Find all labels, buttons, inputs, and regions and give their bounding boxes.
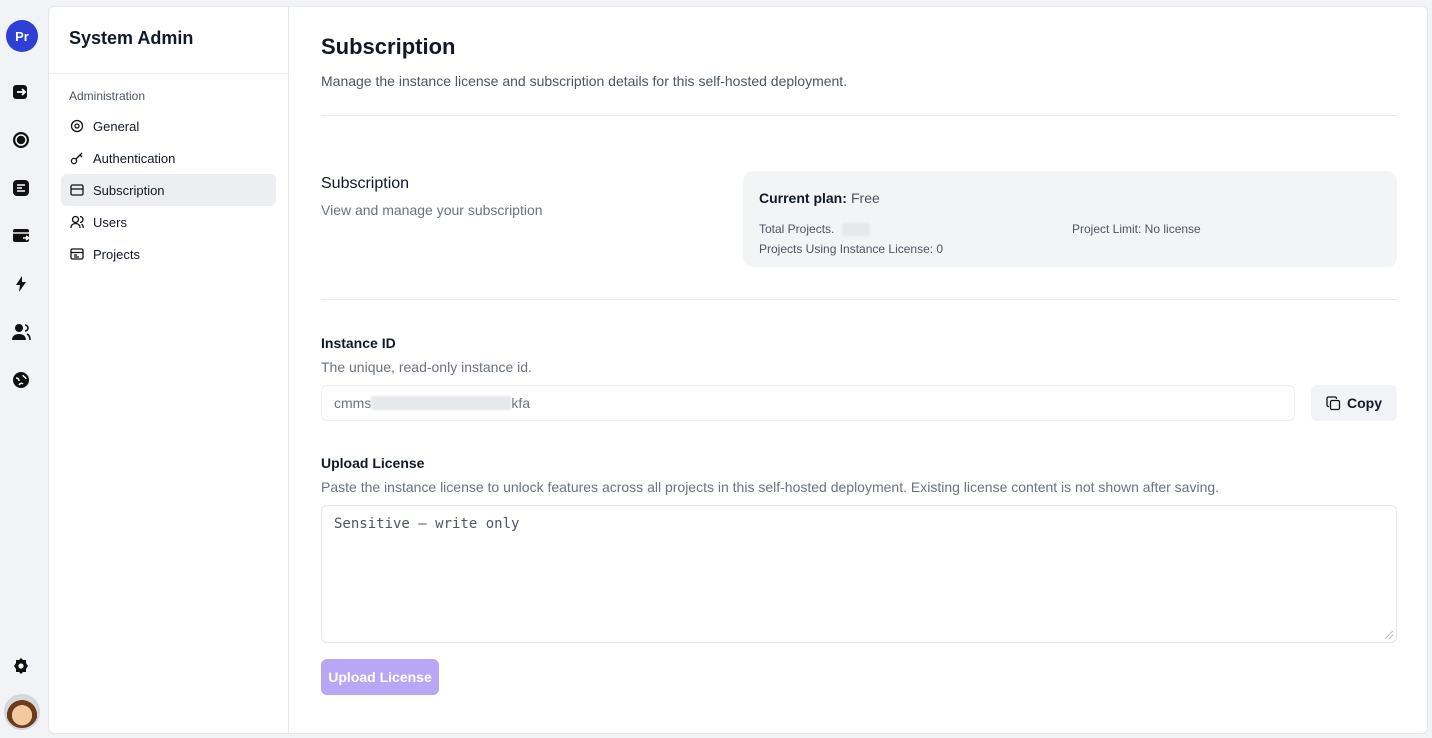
copy-button-label: Copy bbox=[1347, 395, 1382, 411]
copy-button[interactable]: Copy bbox=[1311, 385, 1397, 421]
plan-summary-box: Current plan: Free Total Projects. Proje… bbox=[743, 171, 1397, 267]
projects-using-license: Projects Using Instance License: 0 bbox=[759, 242, 944, 256]
page-description: Manage the instance license and subscrip… bbox=[321, 73, 848, 89]
sidebar-item-label: General bbox=[93, 118, 140, 134]
current-plan-label: Current plan: bbox=[759, 190, 847, 206]
projects-icon bbox=[70, 247, 84, 261]
header-divider bbox=[321, 115, 1397, 116]
users-icon[interactable] bbox=[10, 321, 32, 343]
total-projects-label: Total Projects. bbox=[759, 222, 835, 236]
sidebar-item-label: Users bbox=[93, 214, 127, 230]
sidebar-title: System Admin bbox=[69, 28, 194, 48]
instance-id-suffix: kfa bbox=[511, 395, 531, 411]
project-limit: Project Limit: No license bbox=[1072, 222, 1201, 236]
subscription-section-description: View and manage your subscription bbox=[321, 202, 543, 218]
total-projects: Total Projects. bbox=[759, 222, 870, 237]
sidebar-divider bbox=[49, 73, 289, 74]
copy-icon bbox=[1326, 395, 1341, 411]
redacted-instance-id bbox=[371, 396, 512, 410]
users-icon bbox=[70, 215, 84, 229]
bolt-icon[interactable] bbox=[10, 273, 32, 295]
key-icon bbox=[70, 151, 84, 165]
settings-icon[interactable] bbox=[10, 655, 32, 677]
redacted-value bbox=[841, 223, 870, 237]
sidebar-item-label: Authentication bbox=[93, 150, 176, 166]
project-avatar[interactable]: Pr bbox=[6, 20, 38, 52]
instance-id-field[interactable]: cmms kfa bbox=[321, 385, 1295, 421]
upload-license-button[interactable]: Upload License bbox=[321, 659, 439, 695]
current-plan-value: Free bbox=[851, 190, 880, 206]
upload-license-label: Upload License bbox=[321, 455, 425, 471]
instance-id-prefix: cmms bbox=[334, 395, 372, 411]
section-divider bbox=[321, 299, 1397, 300]
instance-id-help: The unique, read-only instance id. bbox=[321, 359, 532, 375]
upload-license-help: Paste the instance license to unlock fea… bbox=[321, 479, 1220, 495]
sidebar-item-users[interactable]: Users bbox=[61, 206, 276, 238]
sidebar-item-label: Projects bbox=[93, 246, 140, 262]
import-icon[interactable] bbox=[10, 81, 32, 103]
record-icon[interactable] bbox=[10, 129, 32, 151]
sidebar-item-general[interactable]: General bbox=[61, 110, 276, 142]
deploy-icon[interactable] bbox=[10, 225, 32, 247]
license-textarea[interactable]: Sensitive — write only bbox=[321, 505, 1397, 643]
globe-icon[interactable] bbox=[10, 369, 32, 391]
sidebar-item-projects[interactable]: Projects bbox=[61, 238, 276, 270]
board-icon[interactable] bbox=[10, 177, 32, 199]
user-avatar[interactable] bbox=[4, 694, 40, 730]
license-placeholder: Sensitive — write only bbox=[334, 516, 520, 532]
sidebar-item-label: Subscription bbox=[93, 182, 165, 198]
icon-rail: Pr bbox=[0, 0, 44, 738]
page-title: Subscription bbox=[321, 34, 456, 59]
main-card: System Admin Administration General Auth… bbox=[48, 6, 1428, 734]
subscription-section-title: Subscription bbox=[321, 175, 410, 192]
instance-id-label: Instance ID bbox=[321, 335, 396, 351]
gear-icon bbox=[70, 119, 84, 133]
sidebar-item-authentication[interactable]: Authentication bbox=[61, 142, 276, 174]
card-icon bbox=[70, 183, 84, 197]
sidebar-section-label: Administration bbox=[69, 89, 146, 103]
admin-sidebar: System Admin Administration General Auth… bbox=[49, 7, 289, 733]
sidebar-item-subscription[interactable]: Subscription bbox=[61, 174, 276, 206]
resize-handle[interactable] bbox=[1385, 631, 1393, 639]
